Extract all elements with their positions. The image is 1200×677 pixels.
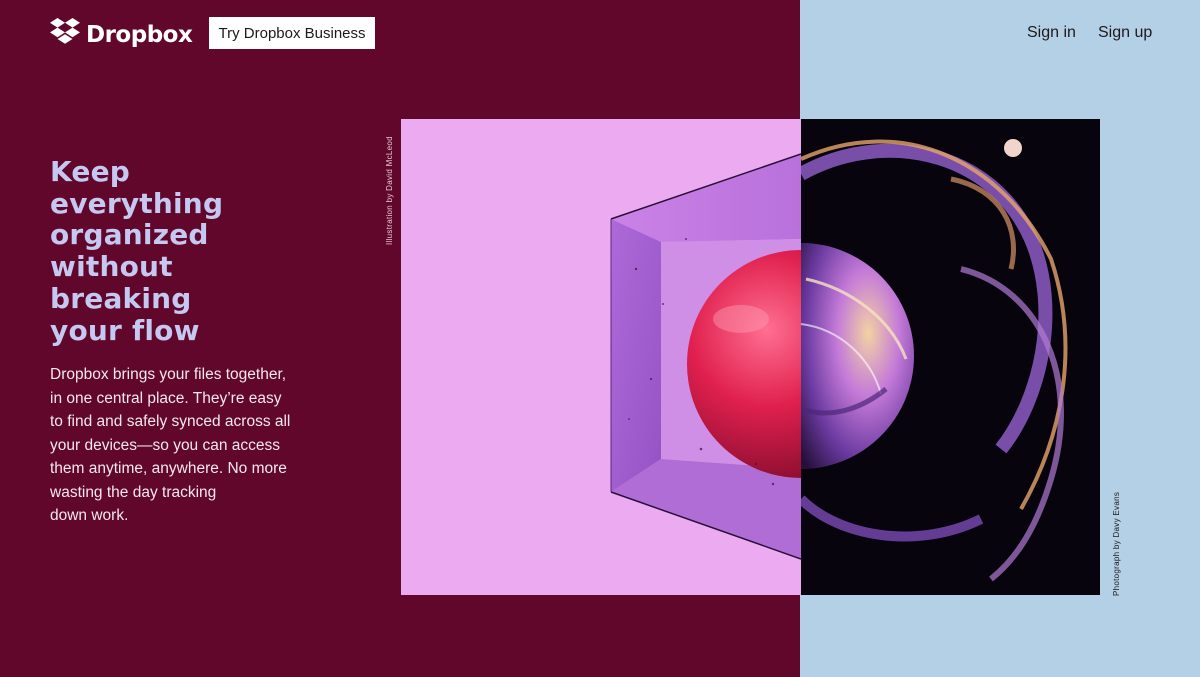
- hero-headline: Keep everything organized without breaki…: [50, 156, 310, 346]
- headline-line: everything: [50, 186, 224, 220]
- photo-credit: Photograph by Davy Evans: [1112, 491, 1121, 596]
- description-line: them anytime, anywhere. No more: [50, 460, 287, 477]
- dropbox-wordmark: Dropbox: [86, 21, 193, 48]
- dropbox-logo-icon: [50, 18, 80, 51]
- description-line: Dropbox brings your files together,: [50, 366, 287, 383]
- marbled-swirl-graphic: [801, 139, 1068, 582]
- headline-line: organized: [50, 218, 209, 252]
- try-dropbox-business-button[interactable]: Try Dropbox Business: [209, 17, 375, 49]
- description-line: your devices—so you can access: [50, 436, 281, 454]
- description-line: wasting the day tracking: [50, 483, 217, 501]
- description-line: down work.: [50, 507, 129, 524]
- cube-sphere-graphic: [610, 153, 801, 560]
- illustration-credit: Illustration by David McLeod: [385, 136, 394, 245]
- description-line: to find and safely synced across all: [50, 413, 291, 430]
- sign-in-link[interactable]: Sign in: [1027, 24, 1076, 42]
- headline-line: your flow: [50, 313, 200, 347]
- headline-line: breaking: [50, 281, 192, 315]
- headline-line: Keep: [50, 155, 131, 188]
- description-line: in one central place. They’re easy: [50, 389, 282, 407]
- marbled-sphere-photo: [801, 119, 1100, 595]
- hero-description: Dropbox brings your files together, in o…: [50, 363, 305, 528]
- headline-line: without: [50, 250, 173, 284]
- sign-up-link[interactable]: Sign up: [1098, 24, 1152, 42]
- cube-sphere-illustration: [401, 119, 801, 595]
- dropbox-logo-link[interactable]: Dropbox: [50, 18, 193, 51]
